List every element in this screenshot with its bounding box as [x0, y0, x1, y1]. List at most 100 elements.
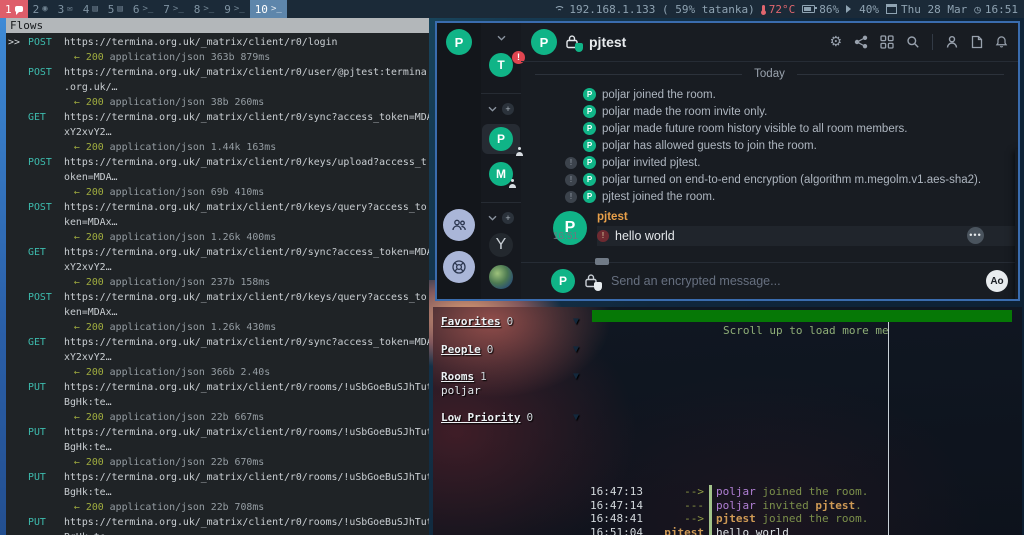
flow-row[interactable]: GEThttps://termina.org.uk/_matrix/client…	[8, 110, 429, 155]
workspace-3[interactable]: 3✉	[53, 0, 78, 18]
gomuks-window: Favorites0▼ People0▼ Rooms1▼poljar Low Prio…	[433, 307, 1022, 535]
flow-url: https://termina.org.uk/_matrix/client/r0…	[64, 515, 429, 530]
workspace-number: 7	[163, 3, 170, 16]
format-button[interactable]: Ao	[986, 270, 1008, 292]
timeline-event: Ppoljar has allowed guests to join the r…	[521, 137, 1018, 154]
collapse-triangle-icon[interactable]: ▼	[573, 411, 579, 425]
flow-selection-marker	[8, 515, 28, 535]
room-rail-item[interactable]: Y	[489, 233, 513, 257]
chevron-down-icon[interactable]	[497, 35, 506, 41]
log-timestamp: 16:51:04	[590, 526, 652, 535]
event-text: poljar has allowed guests to join the ro…	[602, 140, 817, 152]
terminal-icon: >_	[142, 4, 153, 14]
message-input[interactable]	[609, 273, 977, 289]
notifications-bell-icon[interactable]	[995, 35, 1008, 49]
response-code: 200	[86, 142, 104, 153]
flow-row[interactable]: POSThttps://termina.org.uk/_matrix/clien…	[8, 290, 429, 335]
response-arrow: ←	[74, 412, 86, 423]
files-icon[interactable]	[971, 35, 983, 49]
workspace-6[interactable]: 6>_	[128, 0, 158, 18]
status-indicators: 192.168.1.133 ( 59% tatanka)72°C86%40%Th…	[553, 3, 1024, 16]
sidebar-section[interactable]: People0▼	[441, 343, 585, 357]
workspace-9[interactable]: 9>_	[219, 0, 249, 18]
flow-row[interactable]: POSThttps://termina.org.uk/_matrix/clien…	[8, 200, 429, 245]
people-button[interactable]	[443, 209, 475, 241]
collapse-triangle-icon[interactable]: ▼	[573, 315, 579, 329]
settings-gear-icon[interactable]: ⚙	[829, 35, 842, 49]
search-icon[interactable]	[906, 35, 920, 49]
gomuks-title-bar	[592, 310, 1012, 322]
flow-method: PUT	[28, 470, 64, 515]
room-avatar[interactable]: P	[531, 29, 557, 55]
flow-row[interactable]: PUThttps://termina.org.uk/_matrix/client…	[8, 470, 429, 515]
chevron-down-icon[interactable]	[488, 215, 497, 221]
flow-content: https://termina.org.uk/_matrix/client/r0…	[64, 380, 429, 425]
response-meta: application/json 22b 667ms	[104, 412, 265, 423]
flow-row[interactable]: GEThttps://termina.org.uk/_matrix/client…	[8, 335, 429, 380]
sidebar-section-label: People	[441, 343, 481, 357]
room-rail-item[interactable]: P	[482, 124, 520, 154]
collapse-triangle-icon[interactable]: ▼	[573, 343, 579, 357]
flow-selection-marker	[8, 425, 28, 470]
flow-method: PUT	[28, 380, 64, 425]
add-room-icon[interactable]: +	[502, 212, 514, 224]
flow-method: POST	[28, 200, 64, 245]
room-rail-item[interactable]: M	[489, 162, 513, 186]
message-text: hello world	[615, 229, 675, 243]
members-person-icon[interactable]	[945, 35, 959, 49]
chevron-down-icon[interactable]	[488, 106, 497, 112]
add-room-icon[interactable]: +	[502, 103, 514, 115]
help-button[interactable]	[443, 251, 475, 283]
status-text: Thu 28 Mar	[901, 3, 967, 16]
widgets-grid-icon[interactable]	[880, 35, 894, 49]
workspace-8[interactable]: 8>_	[189, 0, 219, 18]
circle-icon: ◉	[42, 4, 47, 14]
sidebar-section[interactable]: Low Priority0▼	[441, 411, 585, 425]
flow-row[interactable]: GEThttps://termina.org.uk/_matrix/client…	[8, 245, 429, 290]
sidebar-room[interactable]: poljar	[441, 384, 585, 398]
workspace-2[interactable]: 2◉	[28, 0, 53, 18]
flow-url: https://termina.org.uk/_matrix/client/r0…	[64, 470, 429, 485]
flow-row[interactable]: POSThttps://termina.org.uk/_matrix/clien…	[8, 155, 429, 200]
scrollback-notice: Scroll up to load more messages	[723, 324, 888, 338]
message-options-button[interactable]: •••	[967, 227, 984, 244]
status-wifi: 192.168.1.133 ( 59% tatanka)	[553, 3, 754, 16]
response-arrow: ←	[74, 142, 86, 153]
event-avatar: P	[583, 190, 596, 203]
event-avatar: P	[583, 122, 596, 135]
flow-url: https://termina.org.uk/_matrix/client/r0…	[64, 35, 429, 50]
log-message-part: pjtest	[815, 499, 855, 512]
gomuks-sidebar: Favorites0▼ People0▼ Rooms1▼poljar Low Prio…	[433, 307, 585, 535]
response-meta: application/json 1.44k 163ms	[104, 142, 276, 153]
flow-row[interactable]: >>POSThttps://termina.org.uk/_matrix/cli…	[8, 35, 429, 65]
status-text: 72°C	[769, 3, 796, 16]
response-arrow: ←	[74, 322, 86, 333]
workspace-10[interactable]: 10>_	[250, 0, 287, 18]
room-rail-item[interactable]: T!	[489, 53, 513, 77]
event-avatar: P	[583, 105, 596, 118]
flow-row[interactable]: POSThttps://termina.org.uk/_matrix/clien…	[8, 65, 429, 110]
flow-row[interactable]: PUThttps://termina.org.uk/_matrix/client…	[8, 425, 429, 470]
sidebar-section[interactable]: Rooms1▼poljar	[441, 370, 585, 397]
workspace-4[interactable]: 4▤	[78, 0, 103, 18]
workspace-1[interactable]: 1	[0, 0, 28, 18]
workspace-7[interactable]: 7>_	[158, 0, 188, 18]
flow-url: .org.uk/…	[64, 80, 429, 95]
sidebar-section[interactable]: Favorites0▼	[441, 315, 585, 329]
flow-row[interactable]: PUThttps://termina.org.uk/_matrix/client…	[8, 515, 429, 535]
collapse-triangle-icon[interactable]: ▼	[573, 370, 579, 384]
flow-method: GET	[28, 245, 64, 290]
log-message-part: joined the room.	[756, 512, 869, 525]
invite-share-icon[interactable]	[854, 35, 868, 49]
flow-row[interactable]: PUThttps://termina.org.uk/_matrix/client…	[8, 380, 429, 425]
workspace-5[interactable]: 5▤	[103, 0, 128, 18]
flow-content: https://termina.org.uk/_matrix/client/r0…	[64, 515, 429, 535]
message-row[interactable]: 16:51 ! hello world •••	[597, 226, 1018, 246]
response-meta: application/json 363b 879ms	[104, 52, 270, 63]
flow-list: >>POSThttps://termina.org.uk/_matrix/cli…	[6, 33, 429, 535]
thermometer-icon	[762, 5, 765, 14]
profile-avatar[interactable]: P	[446, 29, 472, 55]
sidebar-section-label: Favorites	[441, 315, 501, 329]
composer-lock-icon	[584, 273, 600, 289]
room-rail-item[interactable]	[489, 265, 513, 289]
